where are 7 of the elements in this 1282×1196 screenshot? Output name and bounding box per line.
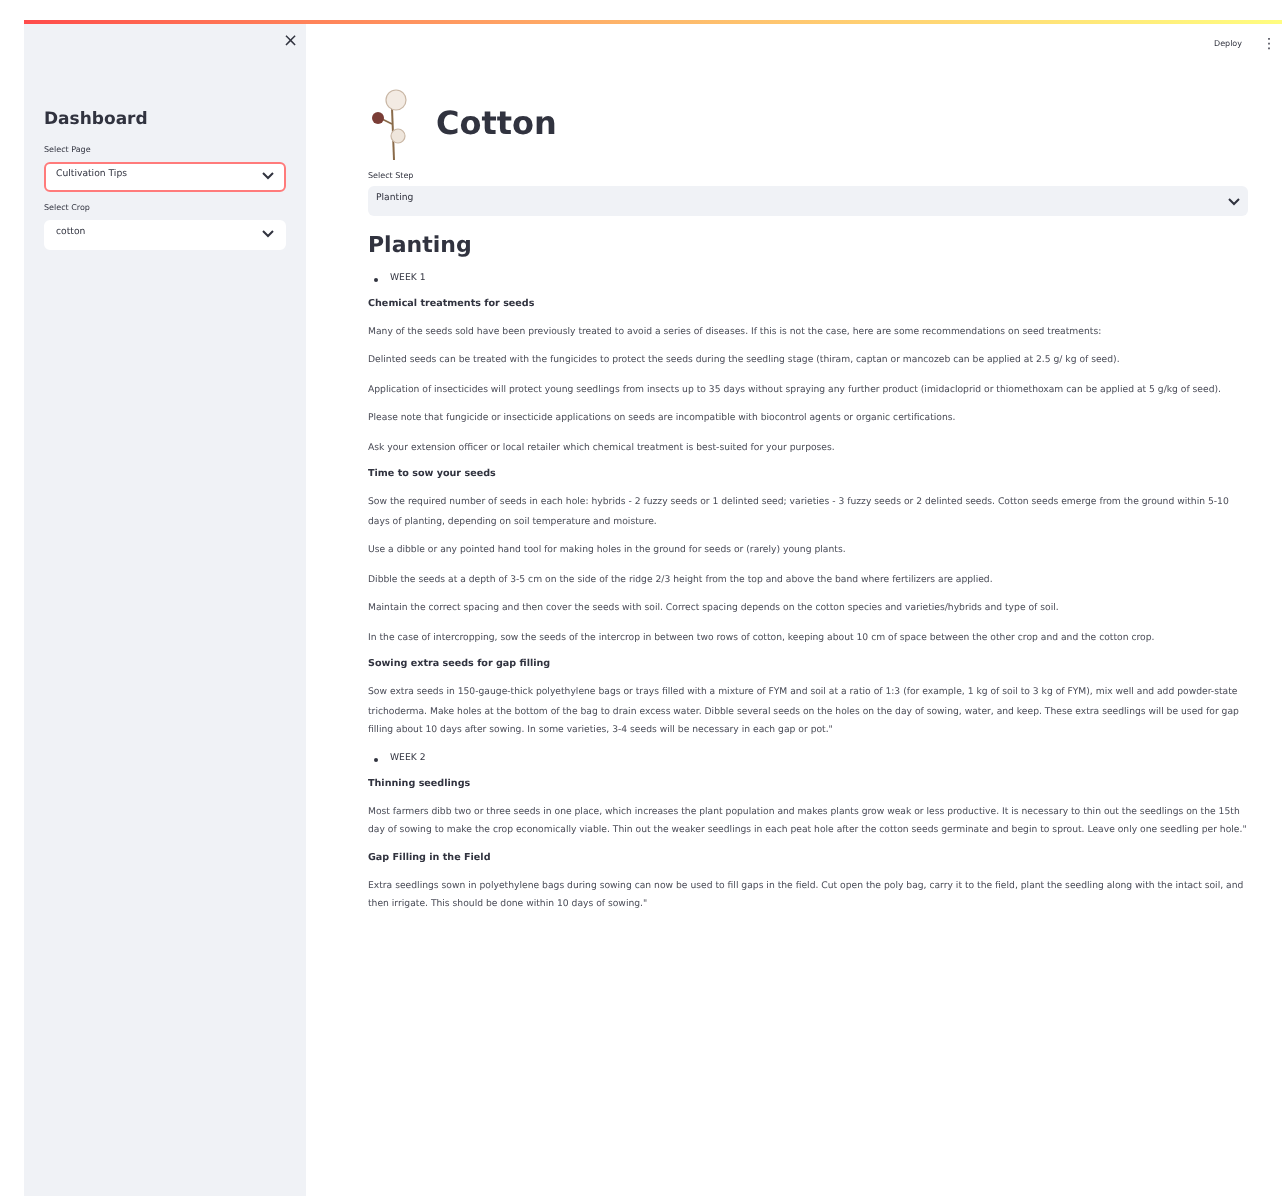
- section-heading: Planting: [368, 230, 474, 262]
- close-button[interactable]: ×: [282, 32, 298, 52]
- chevron-down-icon: [262, 230, 274, 239]
- page-title: Cotton: [436, 102, 557, 146]
- sidebar-title: Dashboard: [44, 108, 150, 134]
- chevron-down-icon: [262, 172, 274, 181]
- chevron-down-icon: [1228, 197, 1240, 205]
